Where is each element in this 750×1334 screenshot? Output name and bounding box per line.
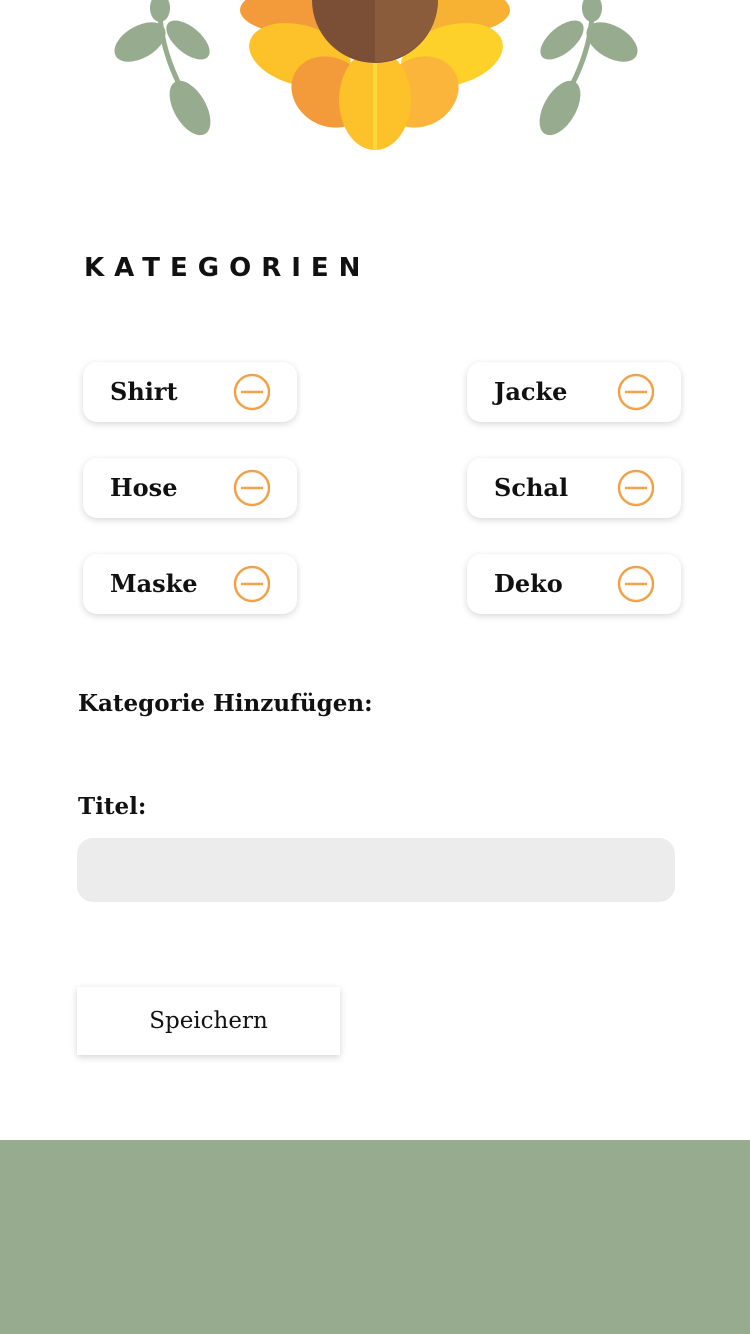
category-label: Maske [110, 569, 198, 598]
category-chip-hose: Hose [83, 458, 297, 518]
minus-circle-icon[interactable] [233, 373, 271, 411]
category-chip-schal: Schal [467, 458, 681, 518]
category-chip-deko: Deko [467, 554, 681, 614]
category-label: Jacke [494, 377, 568, 406]
section-title: KATEGORIEN [84, 253, 371, 283]
add-category-heading: Kategorie Hinzufügen: [78, 690, 373, 717]
title-label: Titel: [78, 793, 147, 820]
title-input[interactable] [77, 838, 675, 902]
footer-band [0, 1140, 750, 1334]
category-label: Hose [110, 473, 178, 502]
category-label: Schal [494, 473, 569, 502]
category-chip-jacke: Jacke [467, 362, 681, 422]
minus-circle-icon[interactable] [617, 373, 655, 411]
minus-circle-icon[interactable] [617, 565, 655, 603]
category-label: Shirt [110, 377, 178, 406]
minus-circle-icon[interactable] [617, 469, 655, 507]
category-chip-maske: Maske [83, 554, 297, 614]
sunflower-illustration [0, 0, 750, 160]
category-chip-shirt: Shirt [83, 362, 297, 422]
save-button[interactable]: Speichern [77, 987, 340, 1055]
left-leaf-sprig [114, 0, 211, 136]
minus-circle-icon[interactable] [233, 469, 271, 507]
right-leaf-sprig [539, 0, 638, 136]
category-label: Deko [494, 569, 563, 598]
minus-circle-icon[interactable] [233, 565, 271, 603]
